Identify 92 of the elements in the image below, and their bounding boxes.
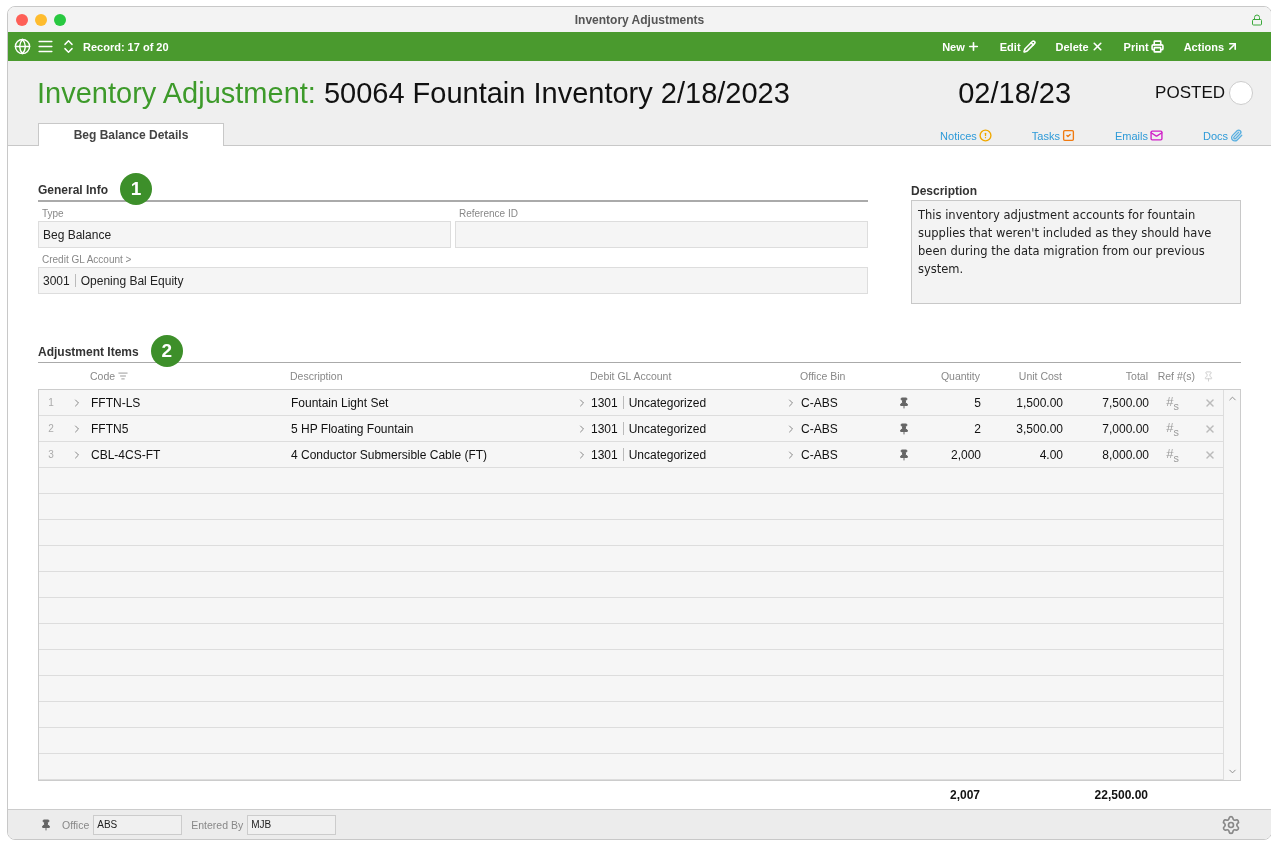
column-header[interactable]: Total: [1125, 370, 1148, 383]
row-number: 3: [48, 449, 54, 461]
reference-field[interactable]: [455, 221, 868, 249]
table-cell: 2: [974, 421, 981, 436]
printer-icon: [1150, 40, 1164, 54]
status-label: POSTED: [1155, 83, 1225, 104]
table-cell: Fountain Light Set: [291, 395, 389, 410]
delete-icon[interactable]: [1203, 422, 1216, 435]
docs-link[interactable]: Docs: [1202, 129, 1243, 143]
table-cell: 7,000.00: [1102, 421, 1149, 436]
table-cell: 5 HP Floating Fountain: [291, 421, 414, 436]
column-header[interactable]: Office Bin: [800, 370, 846, 383]
x-icon: [1090, 40, 1104, 54]
tasks-link[interactable]: Tasks: [1031, 129, 1075, 143]
pencil-icon: [1022, 40, 1036, 54]
table-cell: 2,000: [950, 447, 981, 462]
table-cell: C-ABS: [801, 447, 838, 462]
column-header[interactable]: Debit GL Account: [590, 370, 672, 383]
field-label: Entered By: [191, 818, 244, 831]
ref-numbers-button[interactable]: #$_{s}$: [1166, 393, 1179, 412]
pin-icon[interactable]: [897, 396, 910, 409]
window-title: Inventory Adjustments: [574, 12, 705, 27]
record-counter: Record: 17 of 20: [83, 40, 169, 53]
table-cell: 5: [974, 395, 981, 410]
globe-icon[interactable]: [14, 38, 31, 56]
section-title: Adjustment Items: [38, 344, 139, 360]
office-field[interactable]: ABS: [93, 814, 183, 835]
grand-total: 22,500.00: [1094, 788, 1148, 803]
table-cell: 1301 Uncategorized: [591, 421, 707, 436]
record-name: 50064 Fountain Inventory 2/18/2023: [323, 76, 790, 110]
new-button[interactable]: New: [942, 40, 980, 54]
edit-button[interactable]: Edit: [999, 40, 1036, 54]
paperclip-icon: [1230, 129, 1243, 143]
table-cell: 1301 Uncategorized: [591, 395, 707, 410]
table-cell: 4 Conductor Submersible Cable (FT): [291, 447, 488, 462]
sort-icon: [118, 371, 129, 382]
checkbox-icon: [1061, 129, 1075, 143]
column-header[interactable]: Unit Cost: [1018, 370, 1062, 383]
table-cell: 8,000.00: [1102, 447, 1149, 462]
field-label: Type: [41, 207, 64, 222]
pin-icon[interactable]: [897, 422, 910, 435]
plus-icon: [966, 40, 980, 54]
scrollbar[interactable]: [1223, 390, 1240, 781]
table-cell: 4.00: [1039, 447, 1063, 462]
section-title: General Info: [38, 182, 108, 198]
settings-icon[interactable]: [1221, 814, 1241, 835]
ref-numbers-button[interactable]: #$_{s}$: [1166, 419, 1179, 438]
type-field[interactable]: Beg Balance: [38, 221, 451, 249]
table-cell: C-ABS: [801, 421, 838, 436]
step-badge: 1: [120, 173, 152, 206]
quantity-total: 2,007: [949, 788, 980, 803]
row-number: 2: [48, 423, 54, 435]
field-link[interactable]: Credit GL Account >: [38, 248, 132, 268]
description-title: Description: [911, 183, 978, 201]
table-cell: 1301 Uncategorized: [591, 447, 707, 462]
record-date: 02/18/23: [958, 76, 1072, 110]
pin-icon[interactable]: [40, 818, 52, 831]
actions-button[interactable]: Actions: [1183, 40, 1239, 54]
posted-checkbox[interactable]: [1229, 81, 1253, 106]
minimize-button[interactable]: [35, 13, 47, 26]
delete-icon[interactable]: [1203, 396, 1216, 409]
table-cell: FFTN-LS: [91, 395, 141, 410]
table-cell: FFTN5: [91, 421, 129, 436]
record-type-label: Inventory Adjustment:: [37, 76, 316, 110]
print-button[interactable]: Print: [1123, 40, 1164, 54]
column-header[interactable]: Code: [90, 370, 129, 383]
table-cell: C-ABS: [801, 395, 838, 410]
notices-link[interactable]: Notices: [940, 129, 992, 143]
step-badge: 2: [150, 335, 183, 368]
entered-by-field[interactable]: MJB: [247, 814, 337, 835]
tab[interactable]: Beg Balance Details: [38, 123, 224, 147]
delete-button[interactable]: Delete: [1055, 40, 1104, 54]
mail-icon: [1149, 129, 1163, 143]
delete-icon[interactable]: [1203, 448, 1216, 461]
close-button[interactable]: [16, 13, 28, 26]
pin-icon[interactable]: [897, 448, 910, 461]
column-header[interactable]: Ref #(s): [1157, 370, 1195, 383]
alert-icon: [978, 129, 992, 143]
row-number: 1: [48, 397, 54, 409]
field-label: Reference ID: [458, 207, 518, 222]
column-header[interactable]: Description: [290, 370, 343, 383]
account-field[interactable]: 3001 Opening Bal Equity: [38, 267, 868, 295]
table-cell: CBL-4CS-FT: [91, 447, 161, 462]
ref-numbers-button[interactable]: #$_{s}$: [1166, 445, 1179, 464]
emails-link[interactable]: Emails: [1114, 129, 1163, 143]
description-field[interactable]: This inventory adjustment accounts for fountain supplies that weren't included as they should have been during the data migration from our previous system.: [911, 200, 1241, 305]
column-header[interactable]: Quantity: [940, 370, 980, 383]
table-cell: 1,500.00: [1016, 395, 1063, 410]
field-label: Office: [62, 818, 90, 831]
table-cell: 7,500.00: [1102, 395, 1149, 410]
zoom-button[interactable]: [54, 13, 66, 26]
table-cell: 3,500.00: [1016, 421, 1063, 436]
